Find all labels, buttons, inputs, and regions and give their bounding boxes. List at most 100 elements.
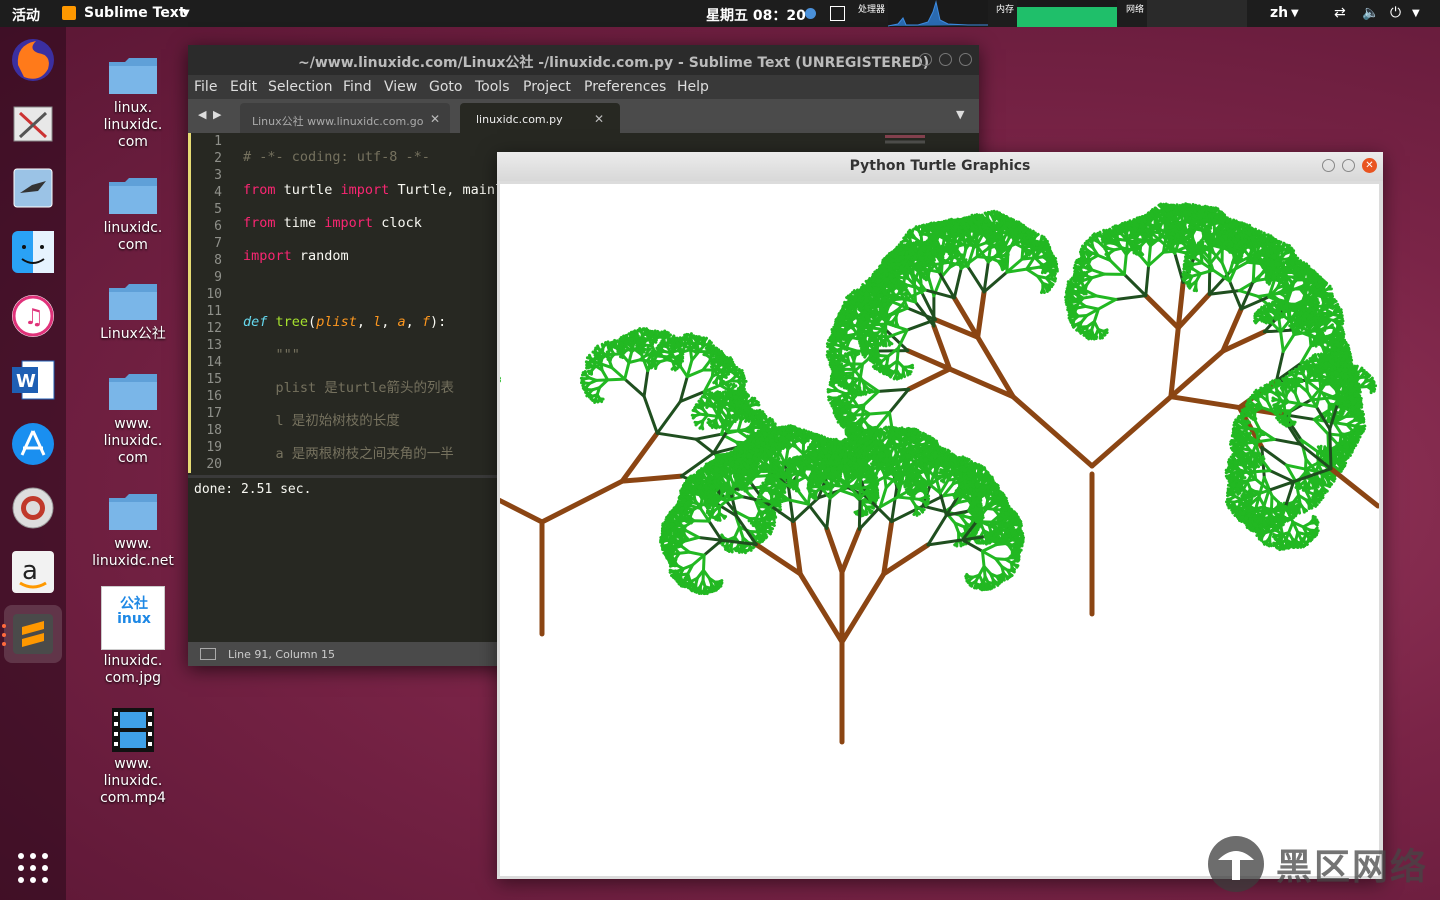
close-icon[interactable]: ✕ — [430, 112, 440, 126]
tree-branch — [687, 518, 692, 525]
app-menu-button[interactable]: Sublime Text — [84, 5, 186, 21]
menu-project[interactable]: Project — [523, 79, 571, 95]
tree-branch — [723, 359, 730, 364]
tree-branch — [699, 397, 704, 404]
monitor-icon[interactable] — [830, 6, 845, 21]
show-apps-icon[interactable] — [16, 851, 50, 885]
maximize-icon[interactable] — [1342, 159, 1355, 172]
desktop-image-file[interactable]: 公社 inux linuxidc. com.jpg — [78, 586, 188, 687]
tree-branch — [623, 361, 631, 381]
minimap[interactable] — [885, 135, 925, 149]
cursor-position[interactable]: Line 91, Column 15 — [228, 648, 335, 661]
tree-branch — [646, 347, 652, 353]
volume-icon[interactable]: 🔈 — [1362, 5, 1379, 21]
tree-branch — [601, 343, 607, 349]
tree-branch — [770, 522, 776, 527]
tab-py-file[interactable]: linuxidc.com.py ✕ — [460, 103, 620, 133]
tree-branch — [717, 475, 723, 481]
desktop-folder[interactable]: www. linuxidc. com — [78, 372, 188, 467]
amazon-icon[interactable]: a — [8, 547, 58, 597]
tree-branch — [623, 377, 646, 398]
desktop-folder[interactable]: linux. linuxidc. com — [78, 56, 188, 151]
minimize-icon[interactable] — [919, 53, 932, 66]
desktop-folder[interactable]: Linux公社 — [78, 282, 188, 343]
tree-branch — [596, 344, 601, 351]
memory-label: 内存 — [996, 5, 1015, 15]
desktop-video-file[interactable]: www. linuxidc. com.mp4 — [78, 706, 188, 807]
itunes-icon[interactable]: ♫ — [8, 291, 58, 341]
running-indicator — [2, 624, 6, 628]
cpu-graph — [888, 0, 988, 27]
menu-find[interactable]: Find — [343, 79, 372, 95]
sublime-titlebar[interactable]: ~/www.linuxidc.com/Linux公社 -/linuxidc.co… — [188, 45, 979, 75]
firefox-icon[interactable] — [8, 35, 58, 85]
minimize-icon[interactable] — [1322, 159, 1335, 172]
word-icon[interactable]: W — [8, 355, 58, 405]
menu-edit[interactable]: Edit — [230, 79, 257, 95]
tree-branch — [640, 334, 646, 341]
tab-prev-icon[interactable]: ◀ — [198, 108, 206, 121]
tree-branch — [775, 504, 782, 509]
app-store-icon[interactable] — [8, 419, 58, 469]
tree-branch — [705, 468, 711, 474]
chevron-down-icon[interactable]: ▼ — [1291, 8, 1299, 19]
folder-icon — [109, 284, 157, 320]
finder-icon[interactable] — [8, 227, 58, 277]
tree-branch — [693, 406, 698, 413]
language-indicator[interactable]: zh — [1270, 5, 1288, 21]
menu-goto[interactable]: Goto — [429, 79, 462, 95]
chevron-down-icon[interactable]: ▼ — [1412, 8, 1420, 19]
menu-preferences[interactable]: Preferences — [584, 79, 666, 95]
help-icon[interactable] — [8, 483, 58, 533]
cpu-label: 处理器 — [858, 5, 886, 15]
turtle-titlebar[interactable]: Python Turtle Graphics ✕ — [497, 152, 1383, 181]
tab-next-icon[interactable]: ▶ — [213, 108, 221, 121]
close-icon[interactable] — [959, 53, 972, 66]
tree-branch — [619, 336, 625, 342]
tree-branch — [707, 493, 714, 499]
tree-branch — [627, 337, 634, 341]
chevron-down-icon[interactable]: ▼ — [182, 8, 190, 19]
build-output-text: done: 2.51 sec. — [194, 482, 312, 497]
menu-tools[interactable]: Tools — [475, 79, 510, 95]
running-indicator — [2, 633, 6, 637]
menu-selection[interactable]: Selection — [268, 79, 333, 95]
panel-toggle-icon[interactable] — [200, 648, 216, 660]
tree-branch — [663, 534, 669, 540]
tree-branch — [683, 508, 688, 515]
tree-branch — [732, 390, 738, 396]
tree-branch — [676, 360, 689, 379]
menu-view[interactable]: View — [384, 79, 417, 95]
network-icon[interactable]: ⇄ — [1334, 5, 1346, 21]
tree-branch — [697, 589, 702, 595]
close-icon[interactable]: ✕ — [594, 112, 604, 126]
tree-branch — [748, 410, 754, 416]
tree-branch — [539, 478, 625, 525]
tree-branch — [712, 379, 718, 385]
desktop-folder[interactable]: linuxidc. com — [78, 176, 188, 254]
shotwell-icon[interactable] — [8, 163, 58, 213]
screenshot-icon[interactable] — [8, 99, 58, 149]
tree-branch — [723, 543, 729, 550]
tree-branch — [786, 485, 795, 523]
tree-branch — [765, 525, 773, 530]
activities-button[interactable]: 活动 — [12, 5, 40, 25]
tree-branch — [770, 491, 775, 498]
sublime-icon[interactable] — [4, 605, 62, 663]
tree-branch — [683, 582, 688, 589]
tab-go-file[interactable]: Linux公社 www.linuxidc.com.go ✕ — [240, 103, 450, 133]
desktop-folder[interactable]: www. linuxidc.net — [78, 492, 188, 570]
power-icon[interactable]: ⏻ — [1390, 5, 1401, 21]
menu-help[interactable]: Help — [677, 79, 709, 95]
close-icon[interactable]: ✕ — [1362, 158, 1377, 173]
maximize-icon[interactable] — [939, 53, 952, 66]
tab-dropdown-icon[interactable]: ▼ — [956, 108, 964, 121]
tree-branch — [650, 329, 654, 337]
menu-file[interactable]: File — [194, 79, 217, 95]
running-indicator — [2, 642, 6, 646]
tree-branch — [740, 390, 746, 397]
tree-branch — [727, 547, 733, 553]
tree-branch — [617, 341, 624, 347]
clock[interactable]: 星期五 08：20 — [706, 5, 806, 25]
tree-branch — [696, 403, 703, 408]
